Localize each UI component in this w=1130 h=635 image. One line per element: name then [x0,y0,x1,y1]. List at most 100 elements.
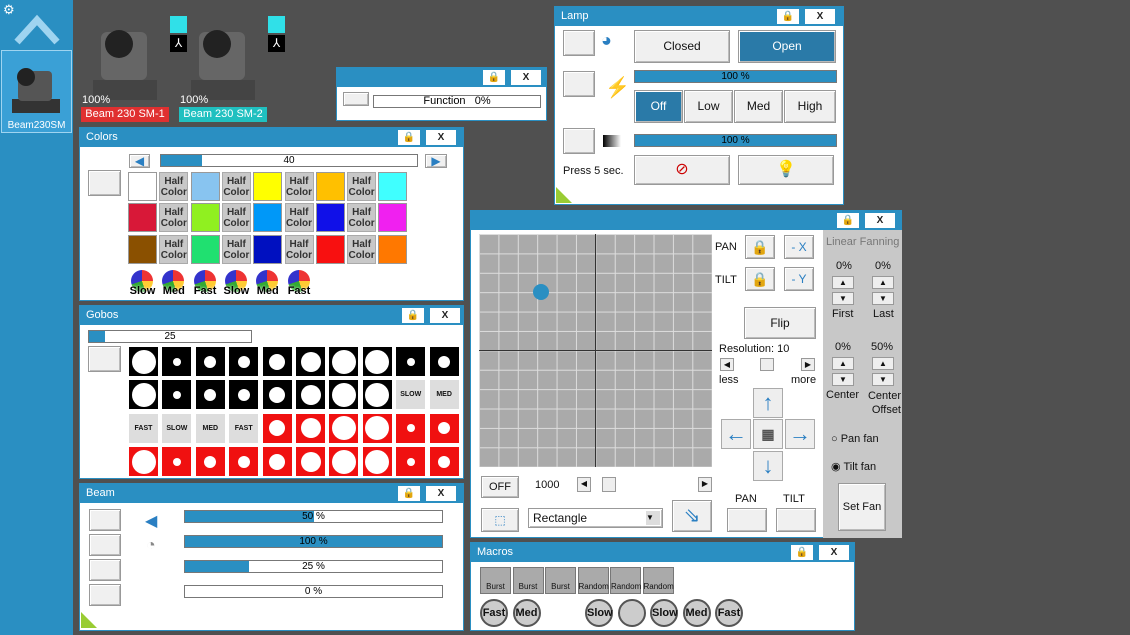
gobo-cell[interactable]: FAST [228,412,260,444]
gobo-cell[interactable] [261,379,293,411]
gobo-cell[interactable] [194,379,226,411]
color-swatch[interactable] [315,203,345,233]
lamp-on-bulb-button[interactable]: 💡 [738,155,834,185]
fixture-card-1[interactable]: 100% Beam 230 SM-1 ⅄ [81,12,187,122]
resolution-less-button[interactable]: ◀ [720,358,734,371]
macro-speed-button[interactable]: Slow [585,599,613,627]
beam-toggle-button[interactable] [89,534,121,556]
pan-fan-radio[interactable]: ○ Pan fan [831,433,879,445]
beam-toggle-button[interactable] [89,509,121,531]
med-button[interactable]: Med [734,90,783,123]
offset-down-button[interactable]: ▼ [872,373,894,386]
gobo-cell[interactable] [428,412,460,444]
gobo-cell[interactable] [361,446,393,478]
off-button[interactable]: Off [634,90,683,123]
dimmer-toggle-button[interactable] [563,128,595,154]
gobo-cell[interactable]: FAST [128,412,159,444]
close-icon[interactable]: X [805,9,835,24]
lock-icon[interactable]: 🔒 [398,486,420,501]
invert-x-button[interactable]: - X [784,235,814,259]
macro-button[interactable]: Random [577,567,609,594]
strobe-bar[interactable]: 100 % [634,70,837,83]
gear-icon[interactable]: ⚙ [3,3,15,16]
gobo-toggle-button[interactable] [88,346,121,372]
gobo-cell[interactable] [228,346,260,377]
color-slider[interactable]: 40 [160,154,418,167]
beam-bar[interactable]: 100 % [184,535,443,548]
gobo-cell[interactable] [228,379,260,411]
pan-lock-icon[interactable]: 🔒 [745,235,775,259]
gobo-cell[interactable] [128,379,159,411]
first-up-button[interactable]: ▲ [832,276,854,289]
macro-speed-button[interactable]: Med [512,599,541,627]
fixture-card-2[interactable]: 100% Beam 230 SM-2 ⅄ [179,12,285,122]
macro-button[interactable]: Random [642,567,674,594]
close-icon[interactable]: X [511,70,541,85]
beam-bar[interactable]: 0 % [184,585,443,598]
chevron-down-icon[interactable]: ▼ [646,511,660,525]
resolution-more-button[interactable]: ▶ [801,358,815,371]
color-swatch[interactable] [378,234,408,264]
swap-icon[interactable]: ⇘ [672,500,712,532]
strobe-toggle-button[interactable] [563,71,595,97]
color-wheel-speed-button[interactable]: Fast [191,268,220,297]
half-color-button[interactable]: Half Color [284,172,314,201]
macro-speed-button[interactable]: Fast [715,599,743,627]
offset-up-button[interactable]: ▲ [872,357,894,370]
lamp-off-bulb-button[interactable]: ⊘ [634,155,730,185]
function-button[interactable] [343,92,369,106]
gobo-cell[interactable] [328,446,360,478]
lock-icon[interactable]: 🔒 [837,213,859,228]
color-toggle-button[interactable] [88,170,121,196]
up-arrow-icon[interactable]: ↑ [753,388,783,418]
gobo-cell[interactable] [395,446,427,478]
gobo-cell[interactable] [128,346,159,377]
flip-button[interactable]: Flip [744,307,816,339]
first-down-button[interactable]: ▼ [832,292,854,305]
gobo-cell[interactable] [261,412,293,444]
gobo-cell[interactable] [428,446,460,478]
beam-bar[interactable]: 25 % [184,560,443,573]
gobo-cell[interactable] [295,446,326,478]
color-next-button[interactable]: ▶ [425,154,447,168]
gobo-cell[interactable] [361,379,393,411]
gobo-slider[interactable]: 25 [88,330,252,343]
closed-button[interactable]: Closed [634,30,730,63]
rectangle-shape-icon[interactable]: ⬚ [481,508,519,532]
speed-next-button[interactable]: ▶ [698,477,712,492]
gobo-cell[interactable] [194,446,226,478]
color-swatch[interactable] [378,203,408,233]
macro-button[interactable]: Random [610,567,641,594]
up-chevron-icon[interactable] [14,12,60,46]
close-icon[interactable]: X [430,308,460,323]
half-color-button[interactable]: Half Color [347,172,377,201]
color-swatch[interactable] [253,203,283,233]
color-swatch[interactable] [190,172,220,201]
shape-select[interactable]: Rectangle ▼ [528,508,663,528]
gobo-cell[interactable] [295,346,326,377]
right-arrow-icon[interactable]: → [785,419,815,449]
gobo-cell[interactable]: MED [194,412,226,444]
half-color-button[interactable]: Half Color [221,172,251,201]
beam-bar[interactable]: 50 % [184,510,443,523]
gobo-cell[interactable] [161,379,193,411]
color-swatch[interactable] [315,172,345,201]
gobo-cell[interactable]: SLOW [395,379,427,411]
off-button[interactable]: OFF [481,476,519,498]
center-down-button[interactable]: ▼ [832,373,854,386]
tilt-apply-button[interactable] [776,508,816,532]
color-swatch[interactable] [128,234,157,264]
pan-apply-button[interactable] [727,508,767,532]
macro-button[interactable]: Burst [545,567,576,594]
gobo-cell[interactable] [428,346,460,377]
half-color-button[interactable]: Half Color [221,203,251,233]
color-swatch[interactable] [315,234,345,264]
gobo-cell[interactable] [161,446,193,478]
color-swatch[interactable] [253,172,283,201]
gobo-cell[interactable] [194,346,226,377]
speed-thumb[interactable] [602,477,616,492]
color-wheel-speed-button[interactable]: Fast [285,268,314,297]
color-wheel-speed-button[interactable]: Slow [222,268,251,297]
lamp-toggle-button[interactable] [563,30,595,56]
center-icon[interactable]: ▦ [753,419,783,449]
